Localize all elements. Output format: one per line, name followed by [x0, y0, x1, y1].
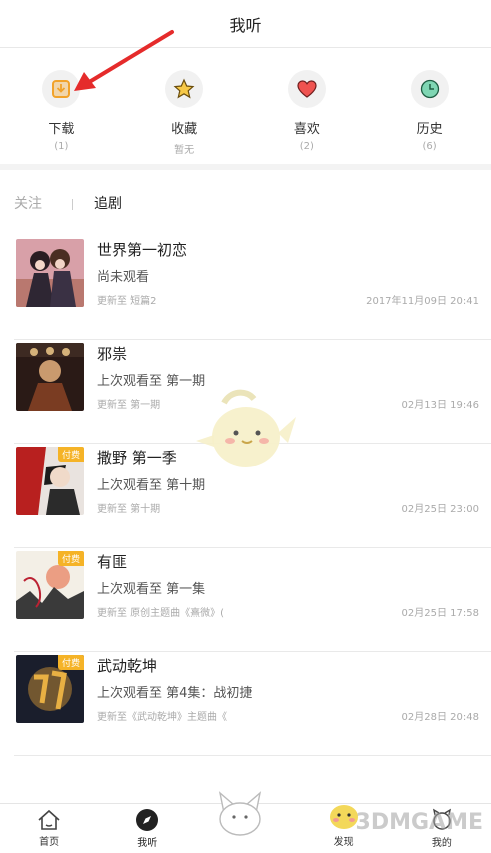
quick-favorites-label: 收藏: [171, 122, 198, 137]
item-title: 武动乾坤: [97, 657, 158, 675]
item-title: 撒野 第一季: [97, 449, 177, 467]
item-title: 有匪: [97, 553, 128, 571]
paid-badge: 付费: [57, 655, 84, 670]
cat-mascot-icon: [219, 790, 262, 836]
item-update: 更新至 第十期: [97, 504, 161, 515]
cover-image: 付费: [16, 551, 84, 619]
nav-mine-listen[interactable]: 我听: [112, 808, 182, 849]
item-update: 更新至 原创主题曲《熹微》(: [97, 608, 225, 619]
item-update: 更新至 第一期: [97, 400, 161, 411]
quick-download-label: 下载: [48, 122, 75, 137]
item-date: 02月28日 20:48: [401, 712, 479, 723]
quick-history[interactable]: 历史 (6): [385, 70, 475, 152]
item-date: 02月25日 23:00: [401, 504, 479, 515]
item-progress: 上次观看至 第一期: [97, 374, 206, 389]
drama-list: 世界第一初恋 尚未观看 更新至 短篇2 2017年11月09日 20:41 邪祟…: [0, 236, 491, 756]
paid-badge: 付费: [57, 551, 84, 566]
item-update: 更新至 短篇2: [97, 296, 157, 307]
nav-center-cat[interactable]: [210, 790, 280, 847]
item-progress: 上次观看至 第一集: [97, 582, 206, 597]
quick-download-count: (1): [54, 141, 69, 152]
nav-home-label: 首页: [39, 837, 60, 848]
list-item[interactable]: 世界第一初恋 尚未观看 更新至 短篇2 2017年11月09日 20:41: [14, 236, 491, 340]
quick-history-label: 历史: [416, 122, 443, 137]
list-item[interactable]: 付费 有匪 上次观看至 第一集 更新至 原创主题曲《熹微》( 02月25日 17…: [14, 548, 491, 652]
item-progress: 上次观看至 第4集：战初捷: [97, 686, 253, 701]
nav-discover-label: 发现: [333, 837, 354, 848]
nav-me-label: 我的: [431, 838, 452, 849]
watermark: 3DMGAME: [355, 810, 483, 835]
nav-mine-listen-label: 我听: [137, 838, 158, 849]
quick-likes-count: (2): [299, 141, 314, 152]
quick-history-count: (6): [422, 141, 437, 152]
quick-likes[interactable]: 喜欢 (2): [262, 70, 352, 152]
item-date: 02月13日 19:46: [401, 400, 479, 411]
item-date: 2017年11月09日 20:41: [366, 296, 479, 307]
cover-image: 付费: [16, 447, 84, 515]
tab-follow[interactable]: 关注: [14, 193, 42, 213]
compass-icon: [136, 809, 159, 831]
quick-favorites-count: 暂无: [174, 145, 195, 156]
heart-icon: [287, 70, 326, 108]
nav-home[interactable]: 首页: [14, 809, 84, 848]
mascot-chick-icon: [196, 389, 296, 467]
cover-image: [16, 343, 84, 411]
item-progress: 上次观看至 第十期: [97, 478, 206, 493]
item-title: 邪祟: [97, 345, 128, 363]
list-item[interactable]: 付费 武动乾坤 上次观看至 第4集：战初捷 更新至《武动乾坤》主题曲《 02月2…: [14, 652, 491, 756]
cover-image: 付费: [16, 655, 84, 723]
item-progress: 尚未观看: [97, 270, 150, 285]
tab-separator: [72, 199, 73, 210]
tab-drama[interactable]: 追剧: [94, 193, 122, 213]
quick-likes-label: 喜欢: [293, 122, 320, 137]
paid-badge: 付费: [57, 447, 84, 462]
item-update: 更新至《武动乾坤》主题曲《: [97, 712, 227, 723]
home-icon: [38, 809, 60, 830]
list-tabs: 关注 追剧: [0, 170, 491, 236]
clock-icon: [410, 70, 449, 108]
item-title: 世界第一初恋: [97, 241, 188, 259]
red-arrow-annotation: [74, 30, 174, 91]
page-title: 我听: [229, 15, 262, 35]
cover-image: [16, 239, 84, 307]
item-date: 02月25日 17:58: [401, 608, 479, 619]
